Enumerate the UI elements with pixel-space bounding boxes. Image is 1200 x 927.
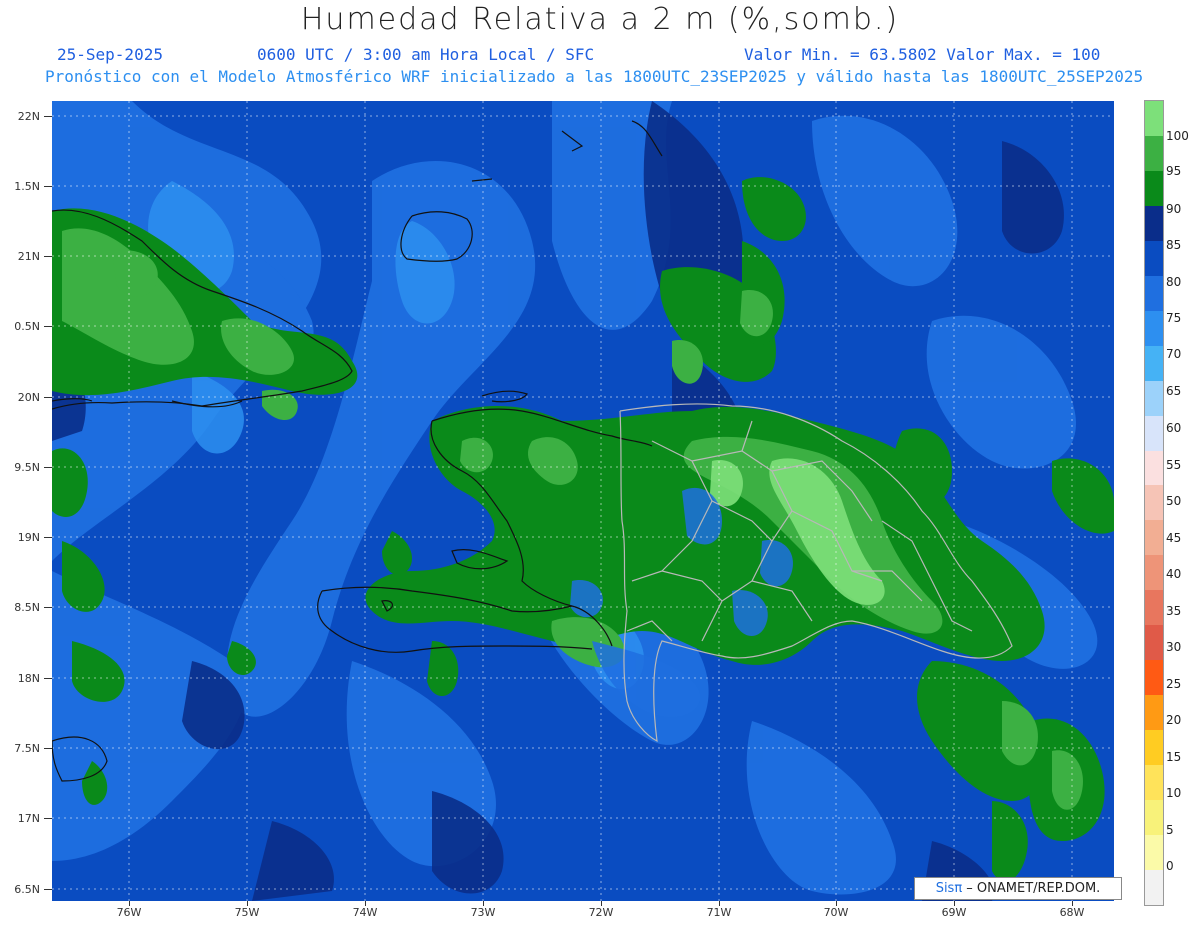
legend-label: 75: [1166, 311, 1182, 325]
legend-label: 20: [1166, 713, 1182, 727]
lat-tick: [44, 818, 52, 819]
legend-label: 60: [1166, 421, 1182, 435]
lon-tick: [836, 901, 837, 906]
lat-label: 19N: [17, 531, 40, 544]
lat-label: 21N: [17, 250, 40, 263]
lon-label: 74W: [352, 906, 378, 919]
lon-tick: [601, 901, 602, 906]
min-max-label: Valor Min. = 63.5802 Valor Max. = 100: [744, 45, 1101, 64]
legend-swatch: [1145, 240, 1163, 276]
legend-label: 35: [1166, 604, 1182, 618]
lon-label: 73W: [470, 906, 496, 919]
legend-swatch: [1145, 101, 1163, 136]
legend-label: 0: [1166, 859, 1174, 873]
lat-label: 18N: [17, 672, 40, 685]
legend-label: 85: [1166, 238, 1182, 252]
lat-tick: [44, 537, 52, 538]
lon-label: 70W: [823, 906, 849, 919]
lon-tick: [719, 901, 720, 906]
credit-box: Sisπ – ONAMET/REP.DOM.: [914, 877, 1122, 900]
legend-swatch: [1145, 695, 1163, 731]
legend-swatch: [1145, 869, 1163, 905]
lon-tick: [483, 901, 484, 906]
sisp-logo-text: Sisπ: [935, 881, 963, 896]
legend-swatch: [1145, 415, 1163, 451]
legend-swatch: [1145, 205, 1163, 241]
lon-tick: [365, 901, 366, 906]
lon-label: 68W: [1059, 906, 1085, 919]
lon-tick: [129, 901, 130, 906]
legend-swatch: [1145, 135, 1163, 171]
legend-swatch: [1145, 625, 1163, 661]
legend-swatch: [1145, 310, 1163, 346]
legend-label: 40: [1166, 567, 1182, 581]
legend-swatch: [1145, 345, 1163, 381]
legend-swatch: [1145, 555, 1163, 591]
lat-tick: [44, 256, 52, 257]
legend-label: 55: [1166, 458, 1182, 472]
legend-label: 15: [1166, 750, 1182, 764]
legend-swatch: [1145, 660, 1163, 696]
lat-label: 20N: [17, 391, 40, 404]
lat-tick: [44, 186, 52, 187]
legend-label: 95: [1166, 164, 1182, 178]
time-label: 0600 UTC / 3:00 am Hora Local / SFC: [257, 45, 595, 64]
lat-label: 1.5N: [14, 180, 40, 193]
lat-label: 22N: [17, 110, 40, 123]
legend-label: 25: [1166, 677, 1182, 691]
lon-tick: [954, 901, 955, 906]
legend-label: 45: [1166, 531, 1182, 545]
legend-label: 5: [1166, 823, 1174, 837]
date-label: 25-Sep-2025: [57, 45, 163, 64]
lon-label: 75W: [234, 906, 260, 919]
lat-tick: [44, 326, 52, 327]
lon-tick: [247, 901, 248, 906]
legend-swatch: [1145, 450, 1163, 486]
legend-swatch: [1145, 835, 1163, 870]
lat-label: 6.5N: [14, 883, 40, 896]
lat-label: 7.5N: [14, 742, 40, 755]
legend-swatch: [1145, 170, 1163, 206]
map-panel: [52, 101, 1114, 901]
legend-swatch: [1145, 520, 1163, 556]
legend-swatch: [1145, 590, 1163, 626]
lat-tick: [44, 397, 52, 398]
lon-label: 71W: [706, 906, 732, 919]
lat-tick: [44, 467, 52, 468]
legend-swatch: [1145, 485, 1163, 521]
legend-label: 80: [1166, 275, 1182, 289]
lon-label: 72W: [588, 906, 614, 919]
legend-swatch: [1145, 765, 1163, 801]
legend-swatch: [1145, 800, 1163, 836]
lat-label: 17N: [17, 812, 40, 825]
legend-label: 65: [1166, 384, 1182, 398]
forecast-label: Pronóstico con el Modelo Atmosférico WRF…: [45, 67, 1144, 86]
lat-label: 0.5N: [14, 320, 40, 333]
legend-label: 50: [1166, 494, 1182, 508]
lat-tick: [44, 748, 52, 749]
legend-label: 10: [1166, 786, 1182, 800]
humidity-field: [52, 101, 1114, 901]
lat-tick: [44, 678, 52, 679]
legend-label: 30: [1166, 640, 1182, 654]
legend-label: 100: [1166, 129, 1189, 143]
lon-tick: [1072, 901, 1073, 906]
lon-label: 76W: [116, 906, 142, 919]
lat-tick: [44, 116, 52, 117]
legend-swatch: [1145, 275, 1163, 311]
lon-label: 69W: [941, 906, 967, 919]
map-title: Humedad Relativa a 2 m (%,somb.): [300, 2, 900, 37]
color-legend: [1144, 100, 1164, 906]
lat-label: 8.5N: [14, 601, 40, 614]
lat-tick: [44, 889, 52, 890]
lat-label: 9.5N: [14, 461, 40, 474]
lat-tick: [44, 607, 52, 608]
credit-text: – ONAMET/REP.DOM.: [962, 881, 1101, 896]
legend-label: 90: [1166, 202, 1182, 216]
legend-label: 70: [1166, 347, 1182, 361]
legend-swatch: [1145, 380, 1163, 416]
legend-swatch: [1145, 730, 1163, 766]
